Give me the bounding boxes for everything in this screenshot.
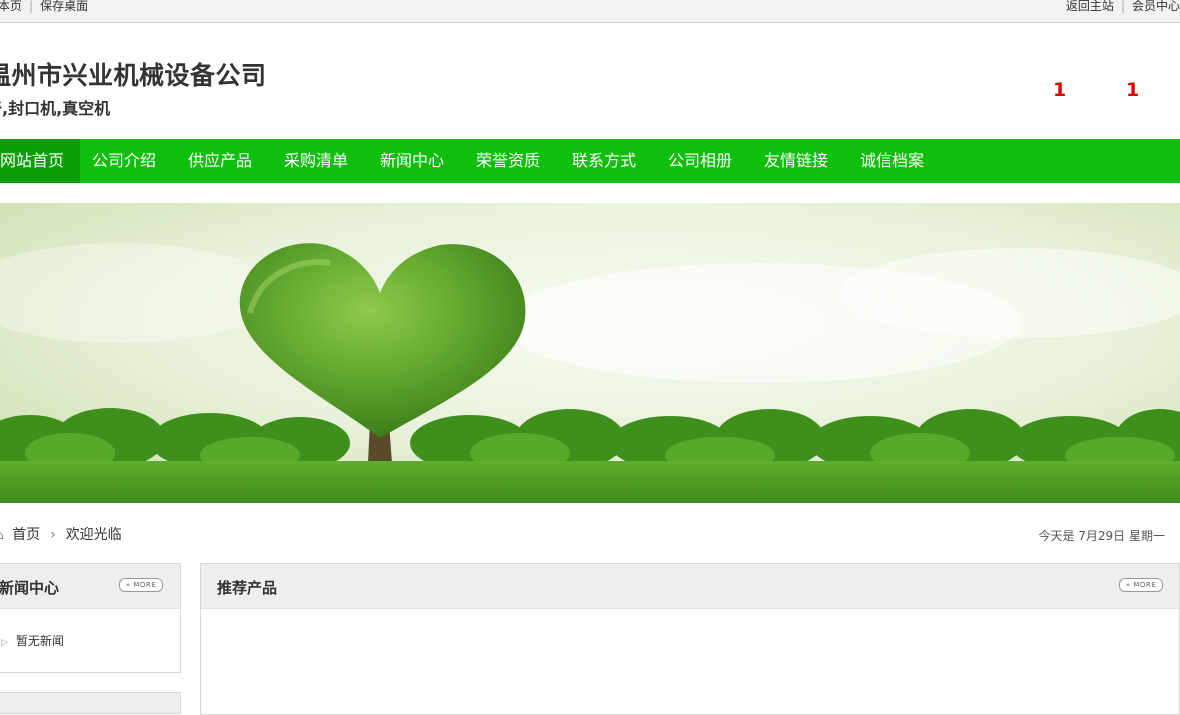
topbar-left: 藏本页 | 保存桌面: [0, 0, 88, 13]
header-number-2: 1: [1126, 79, 1140, 101]
company-tagline: 奇,封口机,真空机: [0, 99, 111, 118]
separator: |: [1120, 0, 1125, 13]
nav-item-products[interactable]: 供应产品: [172, 139, 268, 183]
triangle-right-icon: ▷: [1, 638, 8, 648]
chevron-right-icon: ›: [50, 527, 56, 543]
date-display: 今天是 7月29日 星期一: [1038, 529, 1165, 543]
breadcrumb-current: 欢迎光临: [65, 527, 122, 543]
nav-item-purchase[interactable]: 采购清单: [268, 139, 364, 183]
products-more-button[interactable]: » MORE: [1119, 578, 1163, 592]
hero-banner: [0, 203, 1180, 503]
nav-item-contact[interactable]: 联系方式: [556, 139, 652, 183]
banner-illustration: [0, 203, 1180, 503]
news-box-header: 新闻中心 » MORE: [0, 564, 180, 609]
nav-item-links[interactable]: 友情链接: [748, 139, 844, 183]
home-icon: ⌂: [0, 528, 4, 542]
left-second-box: [0, 692, 181, 714]
company-name: 温州市兴业机械设备公司: [0, 61, 267, 90]
news-empty-item: ▷ 暂无新闻: [1, 632, 64, 649]
news-empty-text: 暂无新闻: [15, 634, 64, 648]
nav-item-news[interactable]: 新闻中心: [364, 139, 460, 183]
header-number-1: 1: [1053, 79, 1067, 101]
top-utility-bar: 藏本页 | 保存桌面 返回主站 | 会员中心: [0, 0, 1180, 23]
separator: |: [29, 0, 34, 13]
save-desktop-link[interactable]: 保存桌面: [40, 0, 88, 13]
news-box-title: 新闻中心: [0, 579, 60, 597]
nav-item-about[interactable]: 公司介绍: [76, 139, 172, 183]
products-box-header: 推荐产品 » MORE: [201, 564, 1179, 609]
news-more-button[interactable]: » MORE: [119, 578, 163, 592]
news-center-box: 新闻中心 » MORE ▷ 暂无新闻: [0, 563, 181, 673]
breadcrumb-home-link[interactable]: 首页: [12, 527, 40, 543]
bookmark-link[interactable]: 藏本页: [0, 0, 22, 13]
breadcrumb: ⌂ 首页 › 欢迎光临: [0, 525, 122, 545]
recommended-products-box: 推荐产品 » MORE: [200, 563, 1180, 715]
products-box-title: 推荐产品: [217, 579, 278, 597]
member-center-link[interactable]: 会员中心: [1132, 0, 1180, 13]
return-main-site-link[interactable]: 返回主站: [1066, 0, 1114, 13]
nav-item-credit[interactable]: 诚信档案: [844, 139, 940, 183]
main-nav: 网站首页 公司介绍 供应产品 采购清单 新闻中心 荣誉资质 联系方式 公司相册 …: [0, 139, 1180, 183]
topbar-right: 返回主站 | 会员中心: [1066, 0, 1180, 13]
nav-item-home[interactable]: 网站首页: [0, 139, 81, 183]
nav-item-honors[interactable]: 荣誉资质: [460, 139, 556, 183]
nav-item-album[interactable]: 公司相册: [652, 139, 748, 183]
